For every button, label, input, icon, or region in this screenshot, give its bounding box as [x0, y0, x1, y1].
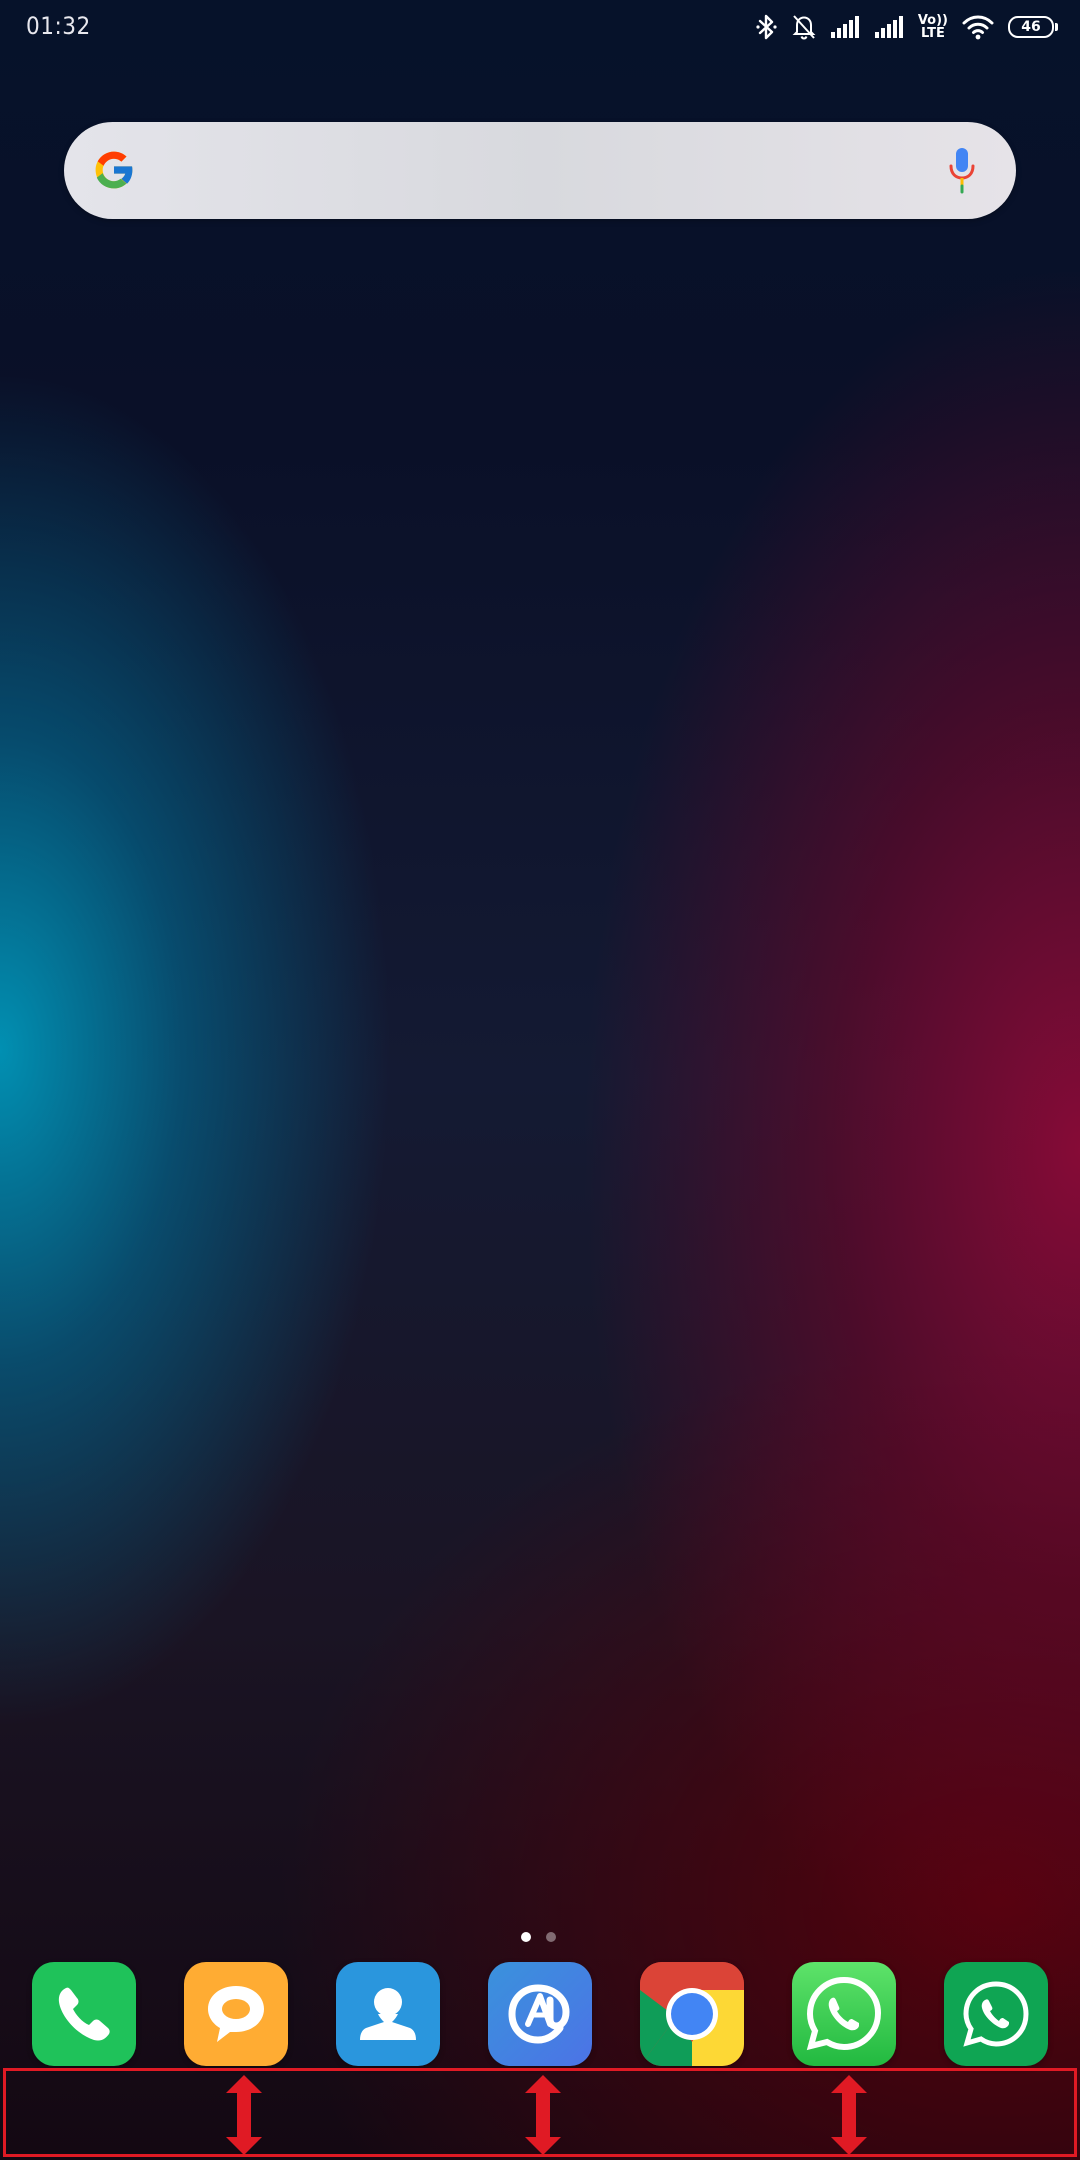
whatsapp-icon [792, 1962, 896, 2066]
page-indicator [0, 1932, 1080, 1942]
contacts-icon [336, 1962, 440, 2066]
contacts-app[interactable] [336, 1962, 440, 2066]
whatsapp-business-app[interactable] [944, 1962, 1048, 2066]
signal-1-icon [830, 14, 860, 40]
page-dot-2[interactable] [546, 1932, 556, 1942]
battery-level: 46 [1021, 19, 1041, 35]
swipe-up-down-arrow-center [525, 2075, 561, 2155]
phone-app[interactable] [32, 1962, 136, 2066]
home-screen: 01:32 Vo)) LTE 46 [0, 0, 1080, 2160]
chrome-app[interactable] [640, 1962, 744, 2066]
swipe-up-down-arrow-left [226, 2075, 262, 2155]
signal-2-icon [874, 14, 904, 40]
chrome-icon [640, 1962, 744, 2066]
wifi-icon [962, 14, 994, 40]
bluetooth-icon [756, 13, 778, 41]
status-bar: 01:32 Vo)) LTE 46 [0, 0, 1080, 56]
volte-bottom-label: LTE [920, 26, 945, 41]
battery-icon: 46 [1008, 16, 1058, 38]
email-app[interactable] [488, 1962, 592, 2066]
google-search-bar[interactable] [64, 122, 1016, 219]
messaging-icon [184, 1962, 288, 2066]
volte-icon: Vo)) LTE [918, 14, 948, 40]
swipe-up-down-arrow-right [831, 2075, 867, 2155]
whatsapp-business-icon [944, 1962, 1048, 2066]
messaging-app[interactable] [184, 1962, 288, 2066]
gesture-navigation-area[interactable] [3, 2068, 1077, 2157]
status-icons: Vo)) LTE 46 [756, 12, 1058, 42]
google-g-icon [90, 146, 138, 194]
email-icon [488, 1962, 592, 2066]
status-time: 01:32 [26, 12, 91, 40]
battery-tip [1055, 23, 1058, 31]
whatsapp-app[interactable] [792, 1962, 896, 2066]
phone-icon [32, 1962, 136, 2066]
page-dot-1[interactable] [521, 1932, 531, 1942]
mic-icon[interactable] [946, 146, 978, 194]
bell-off-icon [792, 13, 816, 41]
app-dock [0, 1962, 1080, 2066]
